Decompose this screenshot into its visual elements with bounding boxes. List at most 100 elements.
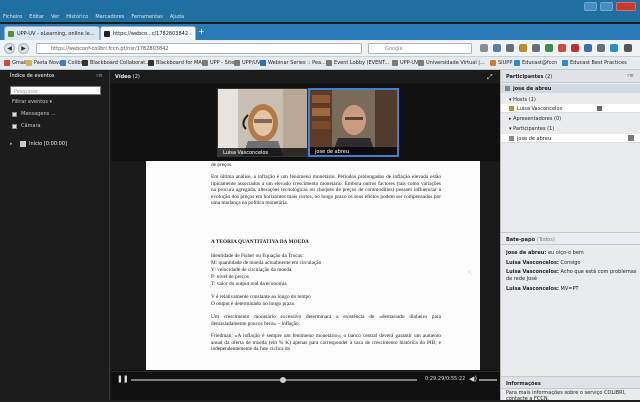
fullscreen-icon[interactable]: ⤢	[487, 73, 493, 82]
menu-ajuda[interactable]: Ajuda	[170, 14, 184, 20]
menu-ferramentas[interactable]: Ferramentas	[131, 14, 163, 20]
bookmark-item[interactable]: UPP/UV	[234, 60, 260, 66]
tab-webconf[interactable]: https://webco...c/1782803842	[100, 26, 196, 40]
menu-ver[interactable]: Ver	[51, 14, 59, 20]
volume-icon[interactable]: ◀)	[469, 375, 477, 383]
playback-scrubber[interactable]	[131, 377, 417, 383]
camera-name-label: Luisa Vasconcelos	[218, 148, 307, 156]
presenters-group[interactable]: ▸ Apresentadores (0)	[501, 114, 640, 123]
host-row[interactable]: Luisa Vasconcelos	[501, 104, 640, 113]
colibri-icon	[60, 60, 66, 66]
right-sidebar: Participantes (2) ▿≡ jose de abreu ▾ Hos…	[500, 70, 640, 402]
camera-feed-jose[interactable]: jose de abreu	[308, 88, 399, 157]
doc-heading: A TEORIA QUANTITATIVA DA MOEDA	[211, 239, 310, 245]
menu-editar[interactable]: Editar	[29, 14, 44, 20]
events-search-input[interactable]: Pesquisar	[10, 86, 101, 95]
bookmark-item[interactable]: UPP - Site	[202, 60, 234, 66]
bookmark-label: Blackboard for MAC	[156, 60, 206, 66]
participants-label: Participantes (1)	[513, 126, 555, 132]
page-icon	[326, 60, 332, 66]
panel-menu-icon[interactable]: ▿≡	[96, 73, 103, 79]
bookmark-label: UPP-UV	[400, 60, 419, 66]
back-icon[interactable]: ◀	[4, 43, 15, 54]
bookmark-item[interactable]: Colibri	[60, 60, 84, 66]
doc-text-line: P: nível de preços	[211, 274, 249, 280]
bookmark-item[interactable]: Blackboard for MAC	[148, 60, 205, 66]
bookmark-item[interactable]: UPP-UV	[392, 60, 418, 66]
tab-bar: UPP-UV - eLearning, online le... https:/…	[0, 24, 640, 40]
bookmark-item[interactable]: Gmail	[4, 60, 27, 66]
address-bar[interactable]: https://webconf-colibri.fccn.pt/nsr/1782…	[36, 43, 362, 54]
participants-count: (2)	[545, 74, 553, 80]
participant-row[interactable]: jose de abreu	[501, 134, 640, 143]
addon-icon[interactable]	[571, 44, 579, 52]
hosts-label: Hosts (1)	[513, 97, 536, 103]
info-text: Para mais informações sobre o serviço CO…	[506, 390, 626, 402]
self-participant-row[interactable]: jose de abreu	[501, 84, 640, 93]
bookmark-item[interactable]: Universidade Virtual |...	[418, 60, 485, 66]
menu-marcadores[interactable]: Marcadores	[95, 14, 124, 20]
chat-text: MV=PT	[560, 286, 579, 292]
document-page[interactable]: de preços. Em última análise, a inflação…	[146, 161, 480, 370]
downloads-icon[interactable]	[493, 44, 501, 52]
host-icon	[509, 106, 514, 111]
participants-group[interactable]: ▾ Participantes (1)	[501, 124, 640, 133]
bookmark-item[interactable]: Event Lobby (EVENT...	[326, 60, 389, 66]
hosts-group[interactable]: ▾ Hosts (1)	[501, 95, 640, 104]
gmail-icon	[4, 60, 10, 66]
search-input[interactable]: Google	[368, 43, 472, 54]
addon-icon[interactable]	[558, 44, 566, 52]
bookmark-item[interactable]: Pasta Nova	[26, 60, 62, 66]
messages-checkbox[interactable]	[12, 112, 17, 117]
panel-menu-icon[interactable]: ▿≡	[627, 73, 634, 79]
pause-icon[interactable]: ❚❚	[117, 375, 129, 383]
home-icon[interactable]	[506, 44, 514, 52]
addon-icon[interactable]	[610, 44, 618, 52]
doc-text-line: de preços.	[211, 162, 233, 168]
info-header: Informações	[501, 376, 640, 389]
maximize-button[interactable]	[600, 2, 613, 11]
bookmark-label: Webinar Series :: Pea...	[268, 60, 326, 66]
search-placeholder: Google	[385, 46, 403, 52]
presenters-label: Apresentadores (0)	[513, 116, 562, 122]
bookmark-item[interactable]: Educast@fccn	[514, 60, 557, 66]
bookmark-item[interactable]: Webinar Series :: Pea...	[260, 60, 326, 66]
camera-checkbox[interactable]	[12, 124, 17, 129]
forward-icon[interactable]: ▶	[18, 43, 29, 54]
page-icon	[392, 60, 398, 66]
url-text: https://webconf-colibri.fccn.pt/nsr/1782…	[51, 46, 169, 52]
menu-icon[interactable]	[624, 44, 632, 52]
index-item-start[interactable]: Início [0:00:00]	[29, 141, 67, 147]
scrubber-handle[interactable]	[279, 377, 286, 383]
menu-historico[interactable]: Histórico	[66, 14, 88, 20]
bookmark-label: Educast@fccn	[522, 60, 558, 66]
menu-ficheiro[interactable]: Ficheiro	[3, 14, 22, 20]
addon-icon[interactable]	[584, 44, 592, 52]
close-window-button[interactable]	[616, 2, 636, 11]
addon-icon[interactable]	[519, 44, 527, 52]
addon-icon[interactable]	[545, 44, 553, 52]
volume-slider[interactable]	[479, 379, 497, 381]
document-icon	[20, 141, 26, 147]
doc-text-line: Identidade de Fisher ou Equação da Troca…	[211, 253, 304, 259]
bookmark-item[interactable]: Educast Best Practices	[562, 60, 627, 66]
tab-elearning[interactable]: UPP-UV - eLearning, online le...	[4, 26, 100, 40]
bookmark-item[interactable]: Blackboard Collaborat...	[82, 60, 150, 66]
expand-arrow-icon[interactable]: ▸	[10, 141, 13, 147]
doc-text-line: M: quantidade de moeda actualmente em ci…	[211, 260, 322, 266]
self-name: jose de abreu	[513, 86, 552, 92]
events-index-panel: Índice de eventos ▿≡ Pesquisar Filtrar e…	[0, 70, 110, 400]
minimize-button[interactable]	[584, 2, 597, 11]
playback-bar: ❚❚ 0:29:29/0:55:22 ◀)	[111, 371, 500, 386]
chat-message: Luisa Vasconcelos: Acho que está com pro…	[506, 269, 638, 283]
luisa-video-frame	[218, 89, 307, 156]
bookmark-label: UPP - Site	[210, 60, 235, 66]
addon-icon[interactable]	[597, 44, 605, 52]
addon-icon[interactable]	[532, 44, 540, 52]
filter-events-dropdown[interactable]: Filtrar eventos ▾	[12, 99, 52, 105]
camera-feed-luisa[interactable]: Luisa Vasconcelos	[217, 88, 308, 157]
bookmark-item[interactable]: SIUPP	[490, 60, 512, 66]
new-tab-icon[interactable]: +	[198, 27, 205, 36]
bookmark-star-icon[interactable]	[480, 44, 488, 52]
chat-message: Luisa Vasconcelos: Consigo	[506, 260, 580, 266]
